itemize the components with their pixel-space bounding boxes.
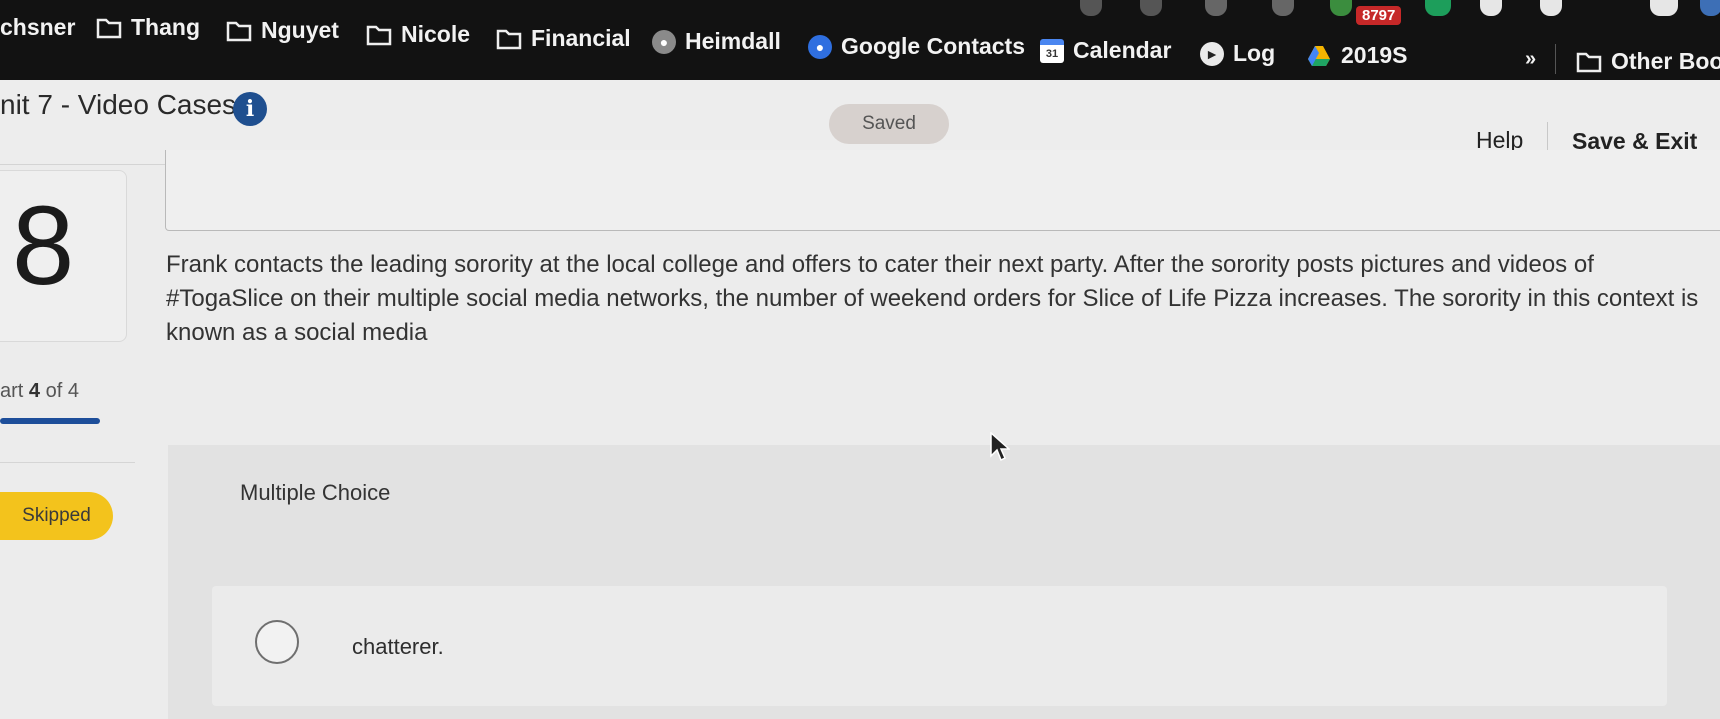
bookmark-google-contacts[interactable]: ● Google Contacts: [808, 33, 1025, 60]
contacts-icon: ●: [808, 34, 832, 59]
extension-icon[interactable]: [1140, 0, 1162, 16]
bookmark-other-bookmarks[interactable]: Other Boo: [1576, 48, 1720, 75]
bookmark-nguyet[interactable]: Nguyet: [226, 17, 339, 44]
bookmark-label: chsner: [0, 14, 76, 40]
bookmark-heimdall[interactable]: ● Heimdall: [652, 28, 781, 55]
chevron-double-right-icon: »: [1525, 48, 1537, 70]
radio-button[interactable]: [255, 620, 299, 664]
bookmark-label: Calendar: [1073, 37, 1172, 63]
bookmark-label: Thang: [131, 14, 200, 40]
folder-icon: [1576, 49, 1602, 75]
part-total: of 4: [45, 380, 79, 402]
bookmark-ochsner[interactable]: chsner: [0, 14, 75, 41]
bookmark-label: Nicole: [401, 21, 471, 47]
folder-icon: [226, 18, 252, 44]
bookmark-label: Google Contacts: [841, 33, 1026, 59]
bookmark-calendar[interactable]: 31 Calendar: [1040, 37, 1171, 64]
calendar-icon: 31: [1040, 38, 1064, 63]
globe-icon: ►: [1200, 41, 1224, 66]
drive-icon: [1306, 43, 1332, 69]
part-prefix: art: [0, 380, 24, 402]
left-divider: [0, 462, 135, 463]
question-number: 8: [12, 183, 75, 308]
mouse-cursor-icon: [990, 432, 1010, 462]
bookmark-label: Financial: [531, 25, 631, 51]
page-title: nit 7 - Video Cases: [0, 89, 237, 120]
bookmark-divider: [1555, 44, 1556, 74]
bookmark-log[interactable]: ► Log: [1200, 40, 1275, 67]
bookmark-2019s[interactable]: 2019S: [1306, 42, 1408, 69]
question-text: Frank contacts the leading sorority at t…: [166, 251, 1699, 346]
answer-option-label[interactable]: chatterer.: [352, 634, 444, 660]
bookmark-label: Nguyet: [261, 17, 339, 43]
bookmark-label: 2019S: [1341, 42, 1408, 68]
more-bookmarks-button[interactable]: »: [1525, 48, 1536, 71]
extension-icon[interactable]: [1330, 0, 1352, 16]
bookmark-label: Log: [1233, 40, 1276, 66]
part-progress-bar: [0, 418, 100, 424]
bookmark-thang[interactable]: Thang: [96, 14, 200, 41]
bookmark-nicole[interactable]: Nicole: [366, 21, 470, 48]
profile-avatar[interactable]: [1700, 0, 1720, 16]
puzzle-icon[interactable]: [1650, 0, 1678, 16]
saved-status-badge: Saved: [829, 104, 949, 144]
previous-answer-box: [165, 150, 1720, 231]
info-icon[interactable]: i: [233, 92, 267, 126]
extension-icon[interactable]: [1480, 0, 1502, 16]
extension-icon[interactable]: [1080, 0, 1102, 16]
bookmark-label: Heimdall: [685, 28, 781, 54]
part-current: 4: [28, 380, 41, 402]
extension-icon[interactable]: [1540, 0, 1562, 16]
folder-icon: [496, 26, 522, 52]
bookmark-financial[interactable]: Financial: [496, 25, 631, 52]
bookmarks-bar: 8797 chsner Thang Nguyet Nicole Financia…: [0, 0, 1720, 80]
skipped-status-badge: Skipped: [0, 492, 113, 540]
grammarly-icon[interactable]: [1425, 0, 1451, 16]
folder-icon: [366, 22, 392, 48]
extension-icon[interactable]: [1272, 0, 1294, 16]
notification-badge: 8797: [1356, 6, 1402, 25]
folder-icon: [96, 15, 122, 41]
bookmark-label: Other Boo: [1611, 48, 1720, 74]
helmet-icon: ●: [652, 29, 676, 54]
question-type-label: Multiple Choice: [240, 480, 391, 505]
extension-icon[interactable]: [1205, 0, 1227, 16]
part-indicator: art 4 of 4: [0, 380, 79, 403]
